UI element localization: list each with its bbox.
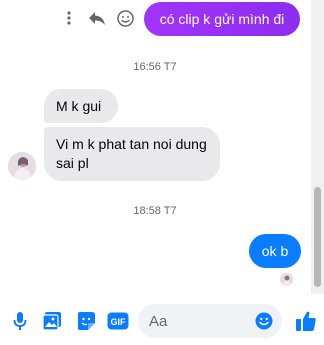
sender-avatar[interactable] (8, 152, 36, 180)
outgoing-message-text: ok b (261, 243, 289, 259)
message-input[interactable]: Aa (138, 304, 282, 338)
timestamp-divider: 16:56 T7 (133, 61, 177, 73)
incoming-message-text: Vi m k phat tan noi dung sai pl (56, 136, 207, 171)
outgoing-message-bubble[interactable]: ok b (249, 234, 301, 268)
seen-receipt-avatar (280, 273, 293, 286)
incoming-message-bubble[interactable]: M k gui (44, 89, 118, 123)
microphone-icon[interactable] (10, 310, 30, 332)
more-options-icon[interactable] (62, 9, 76, 27)
gif-icon[interactable]: GIF (106, 310, 130, 332)
message-input-placeholder: Aa (149, 313, 168, 330)
image-icon[interactable] (40, 309, 64, 333)
reply-icon[interactable] (86, 8, 108, 28)
svg-text:GIF: GIF (111, 317, 127, 327)
outgoing-message-bubble[interactable]: có clip k gửi mình đi (144, 2, 300, 36)
incoming-message-bubble[interactable]: Vi m k phat tan noi dung sai pl (44, 127, 220, 181)
sticker-icon[interactable] (74, 309, 98, 333)
react-smiley-icon[interactable] (115, 8, 135, 28)
timestamp-divider: 18:58 T7 (133, 205, 177, 217)
emoji-icon[interactable] (254, 311, 274, 331)
outgoing-message-text: có clip k gửi mình đi (159, 11, 285, 27)
incoming-message-text: M k gui (56, 98, 102, 114)
scrollbar-thumb[interactable] (314, 187, 321, 287)
thumbs-up-icon[interactable] (292, 307, 320, 335)
